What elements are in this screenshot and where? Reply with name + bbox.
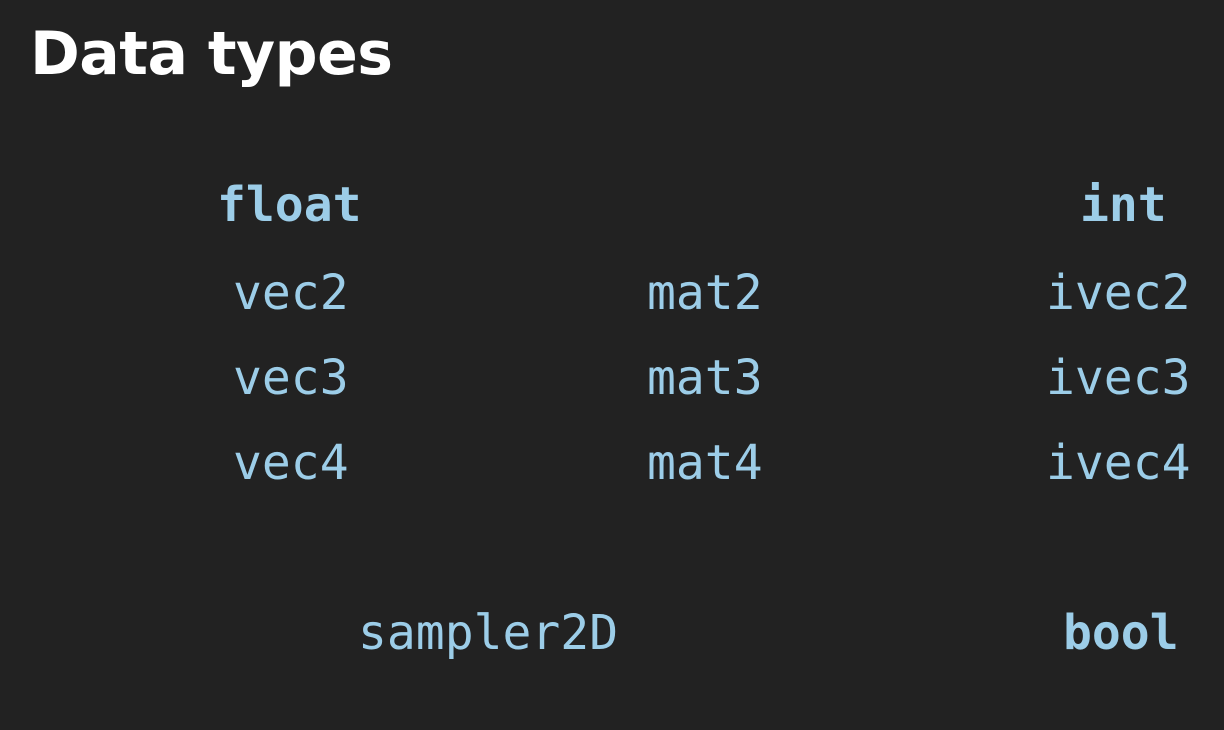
type-mat3: mat3 [647,350,763,406]
type-mat2: mat2 [647,265,763,321]
type-mat4: mat4 [647,435,763,491]
type-int: int [1080,177,1167,233]
type-bool: bool [1063,605,1179,661]
slide-title: Data types [30,19,393,89]
type-float: float [217,177,362,233]
type-ivec2: ivec2 [1046,265,1191,321]
type-ivec3: ivec3 [1046,350,1191,406]
type-sampler2d: sampler2D [358,605,619,661]
type-ivec4: ivec4 [1046,435,1191,491]
type-vec2: vec2 [233,265,349,321]
type-vec3: vec3 [233,350,349,406]
type-vec4: vec4 [233,435,349,491]
slide: Data types float int vec2 mat2 ivec2 vec… [0,0,1224,730]
